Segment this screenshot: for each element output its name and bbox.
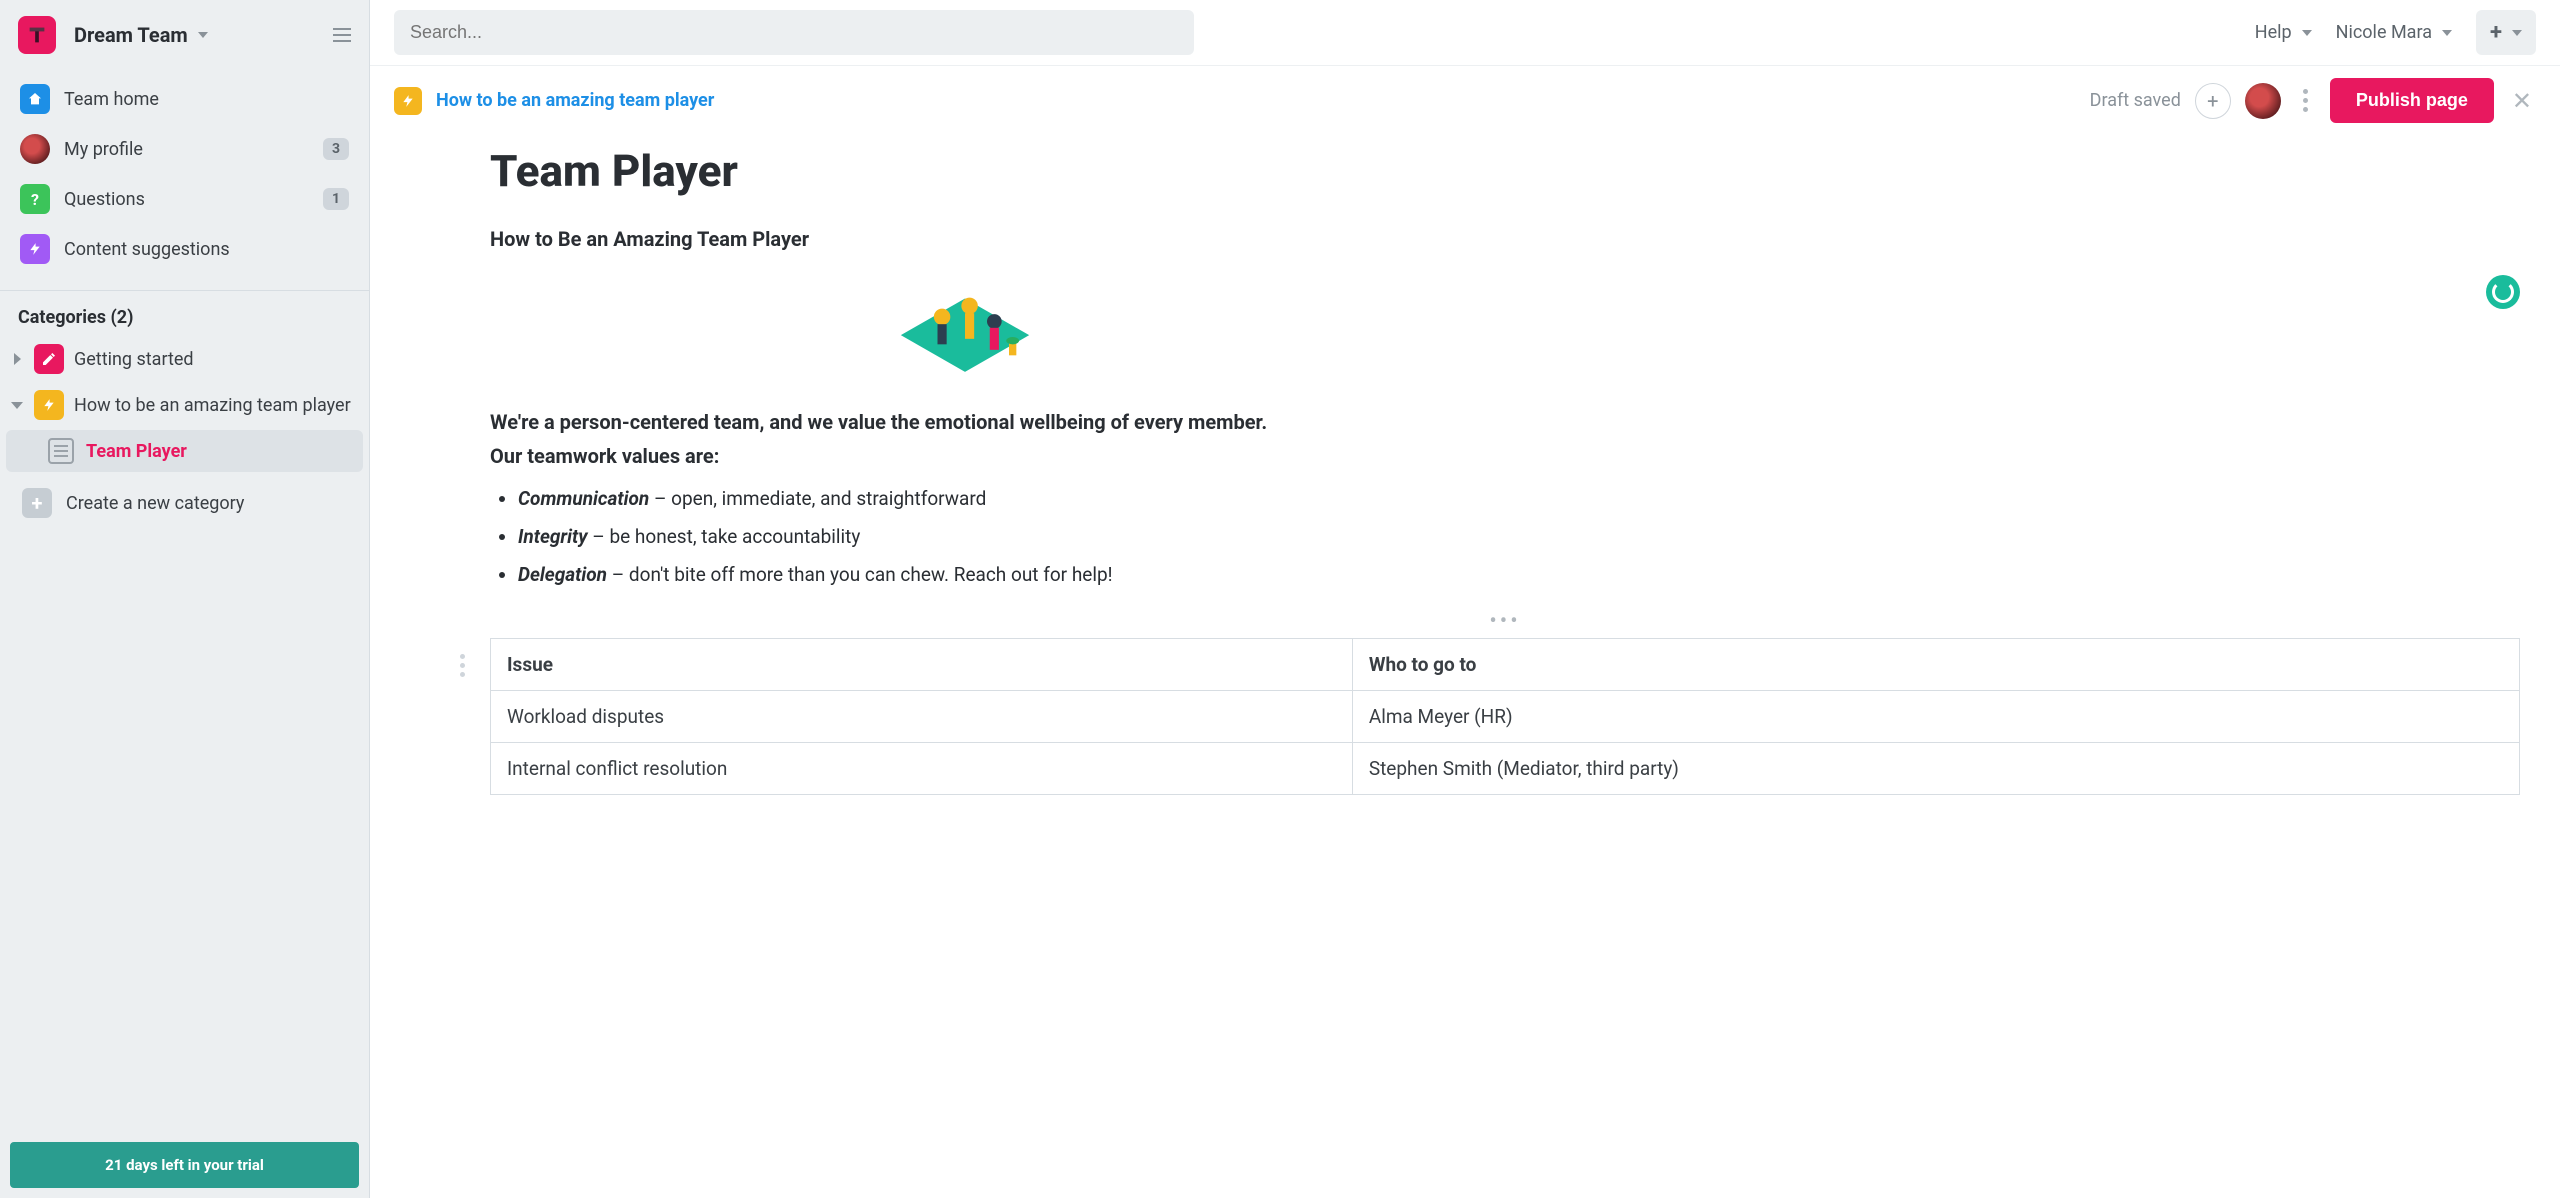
plus-icon: + — [22, 488, 52, 518]
categories-header: Categories (2) — [0, 290, 369, 336]
plus-icon: + — [2490, 20, 2502, 45]
breadcrumb[interactable]: How to be an amazing team player — [436, 90, 714, 111]
sidebar-collapse-button[interactable] — [333, 28, 351, 42]
sidebar: Dream Team Team home My profile 3 ? Q — [0, 0, 370, 1198]
sidebar-nav: Team home My profile 3 ? Questions 1 Con… — [0, 64, 369, 284]
page-icon — [48, 438, 74, 464]
chevron-down-icon — [2512, 30, 2522, 36]
help-menu[interactable]: Help — [2255, 22, 2312, 43]
page-more-menu[interactable] — [2295, 85, 2316, 116]
page-title[interactable]: Team Player — [490, 145, 2520, 197]
user-menu[interactable]: Nicole Mara — [2336, 22, 2452, 43]
sidebar-item-questions[interactable]: ? Questions 1 — [10, 174, 359, 224]
team-illustration — [890, 271, 1040, 381]
category-label: Getting started — [74, 349, 194, 370]
sidebar-item-my-profile[interactable]: My profile 3 — [10, 124, 359, 174]
bolt-icon — [394, 87, 422, 115]
table-more-menu[interactable] — [460, 654, 465, 677]
categories-list: Getting started How to be an amazing tea… — [0, 336, 369, 538]
collapse-toggle[interactable] — [10, 398, 24, 412]
count-badge: 3 — [323, 138, 349, 160]
table-cell[interactable]: Stephen Smith (Mediator, third party) — [1352, 743, 2519, 795]
sidebar-item-label: Team home — [64, 89, 349, 110]
issue-table[interactable]: Issue Who to go to Workload disputes Alm… — [490, 638, 2520, 795]
help-label: Help — [2255, 22, 2292, 43]
table-header-row: Issue Who to go to — [491, 639, 2520, 691]
workspace-switcher[interactable]: Dream Team — [74, 23, 333, 47]
sidebar-item-label: Content suggestions — [64, 239, 349, 260]
sidebar-header: Dream Team — [0, 0, 369, 64]
home-icon — [20, 84, 50, 114]
values-list: Communication – open, immediate, and str… — [518, 481, 2520, 593]
create-category-button[interactable]: + Create a new category — [4, 478, 365, 528]
add-button[interactable]: + — [2476, 10, 2536, 55]
page-toolbar: How to be an amazing team player Draft s… — [370, 65, 2560, 135]
create-category-label: Create a new category — [66, 493, 244, 514]
table-row[interactable]: Internal conflict resolution Stephen Smi… — [491, 743, 2520, 795]
block-drag-handle[interactable]: ••• — [490, 609, 2520, 634]
workspace-name: Dream Team — [74, 23, 188, 47]
sidebar-item-team-home[interactable]: Team home — [10, 74, 359, 124]
table-row[interactable]: Workload disputes Alma Meyer (HR) — [491, 691, 2520, 743]
sync-indicator[interactable] — [2486, 275, 2520, 309]
search-input[interactable] — [394, 10, 1194, 55]
avatar-icon — [20, 134, 50, 164]
table-header-cell[interactable]: Issue — [491, 639, 1353, 691]
chevron-down-icon — [198, 32, 208, 38]
draft-status: Draft saved — [2090, 90, 2181, 111]
page-label: Team Player — [86, 441, 187, 462]
list-item[interactable]: Delegation – don't bite off more than yo… — [518, 557, 2520, 593]
trial-banner[interactable]: 21 days left in your trial — [10, 1142, 359, 1188]
table-cell[interactable]: Workload disputes — [491, 691, 1353, 743]
question-icon: ? — [20, 184, 50, 214]
add-collaborator-button[interactable]: + — [2195, 83, 2231, 119]
page-item-team-player[interactable]: Team Player — [6, 430, 363, 472]
intro-line-2: Our teamwork values are: — [490, 444, 719, 468]
avatar[interactable] — [2245, 83, 2281, 119]
main: Help Nicole Mara + How to be an amazing … — [370, 0, 2560, 1198]
sidebar-item-label: My profile — [64, 139, 309, 160]
close-icon[interactable]: ✕ — [2508, 87, 2536, 115]
page-subtitle[interactable]: How to Be an Amazing Team Player — [490, 227, 2520, 251]
chevron-down-icon — [2302, 30, 2312, 36]
table-cell[interactable]: Alma Meyer (HR) — [1352, 691, 2519, 743]
chevron-down-icon — [2442, 30, 2452, 36]
expand-toggle[interactable] — [10, 352, 24, 366]
topbar: Help Nicole Mara + — [370, 0, 2560, 65]
issue-table-wrapper: Issue Who to go to Workload disputes Alm… — [490, 638, 2520, 795]
category-team-player[interactable]: How to be an amazing team player — [4, 382, 365, 428]
bolt-icon — [20, 234, 50, 264]
list-item[interactable]: Communication – open, immediate, and str… — [518, 481, 2520, 517]
sidebar-item-content-suggestions[interactable]: Content suggestions — [10, 224, 359, 274]
publish-button[interactable]: Publish page — [2330, 78, 2494, 123]
list-item[interactable]: Integrity – be honest, take accountabili… — [518, 519, 2520, 555]
document-body[interactable]: We're a person-centered team, and we val… — [490, 405, 2520, 795]
sidebar-item-label: Questions — [64, 189, 309, 210]
pencil-icon — [34, 344, 64, 374]
count-badge: 1 — [323, 188, 349, 210]
category-label: How to be an amazing team player — [74, 395, 351, 416]
category-getting-started[interactable]: Getting started — [4, 336, 365, 382]
intro-line-1: We're a person-centered team, and we val… — [490, 410, 1267, 434]
user-name: Nicole Mara — [2336, 22, 2432, 43]
app-logo[interactable] — [18, 16, 56, 54]
bolt-icon — [34, 390, 64, 420]
table-cell[interactable]: Internal conflict resolution — [491, 743, 1353, 795]
table-header-cell[interactable]: Who to go to — [1352, 639, 2519, 691]
document-editor[interactable]: Team Player How to Be an Amazing Team Pl… — [370, 135, 2560, 1198]
